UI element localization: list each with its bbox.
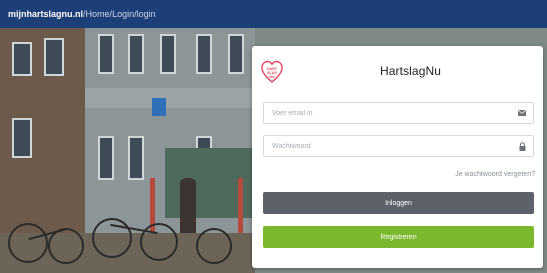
- email-input[interactable]: [272, 109, 502, 117]
- register-button[interactable]: Registreren: [263, 226, 534, 248]
- breadcrumb-bar: mijnhartslagnu.nl / Home / Login / login: [0, 0, 547, 28]
- svg-text:NU: NU: [269, 75, 275, 79]
- login-button[interactable]: Inloggen: [263, 192, 534, 214]
- password-input[interactable]: [272, 142, 502, 150]
- heart-logo-icon: HART SLAG NU: [261, 60, 283, 84]
- breadcrumb-current: login: [136, 9, 156, 19]
- breadcrumb-login[interactable]: Login: [112, 9, 134, 19]
- email-field[interactable]: [263, 102, 534, 124]
- login-card: HART SLAG NU HartslagNu Je wachtwoord ve…: [252, 46, 543, 268]
- envelope-icon: [518, 109, 526, 117]
- forgot-password-link[interactable]: Je wachtwoord vergeten?: [455, 171, 535, 178]
- site-name[interactable]: mijnhartslagnu.nl: [8, 9, 83, 19]
- login-title: HartslagNu: [380, 64, 442, 78]
- breadcrumb-home[interactable]: Home: [86, 9, 110, 19]
- password-field[interactable]: [263, 135, 534, 157]
- lock-icon: [518, 141, 526, 151]
